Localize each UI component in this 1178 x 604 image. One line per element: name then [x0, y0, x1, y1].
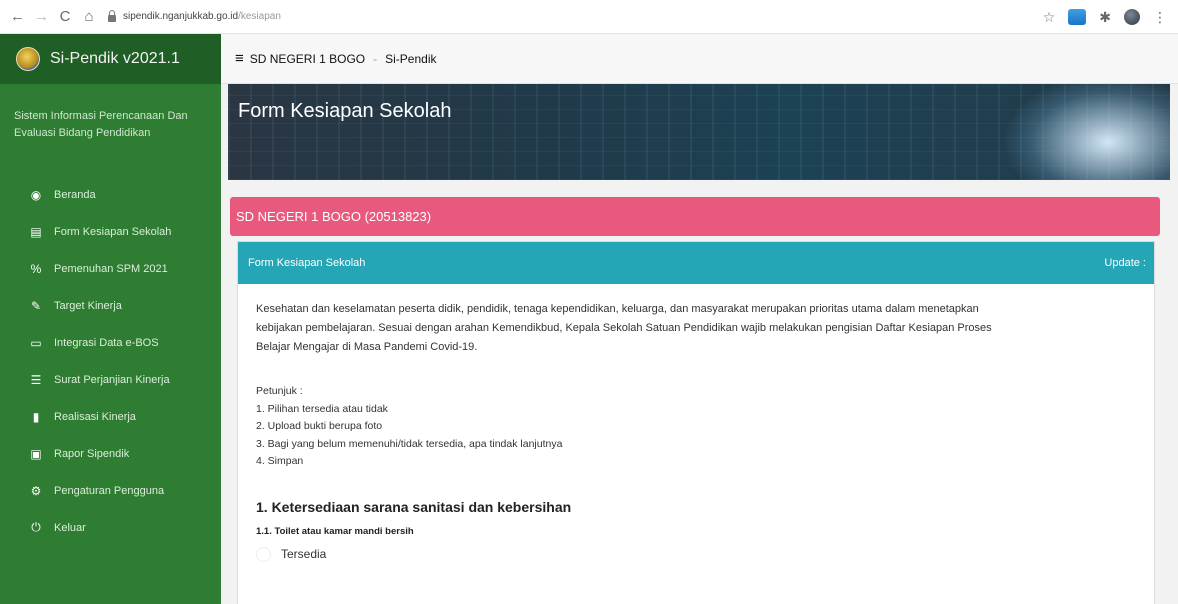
instruction-item: 1. Pilihan tersedia atau tidak [256, 402, 388, 415]
section-title: 1. Ketersediaan sarana sanitasi dan kebe… [256, 498, 572, 515]
browser-toolbar: ← → C ⌂ sipendik.nganjukkab.go.id/kesiap… [0, 0, 1178, 34]
brand-title: Si-Pendik v2021.1 [50, 50, 180, 67]
instruction-item: 3. Bagi yang belum memenuhi/tidak tersed… [256, 437, 563, 450]
sidebar-item-rapor-sipendik[interactable]: ▣ Rapor Sipendik [0, 435, 221, 472]
edit-icon: ✎ [30, 298, 42, 313]
panel-body: Kesehatan dan keselamatan peserta didik,… [238, 284, 1154, 562]
back-icon[interactable]: ← [10, 9, 25, 24]
page-banner: Form Kesiapan Sekolah [228, 84, 1170, 180]
intro-text: Kesehatan dan keselamatan peserta didik,… [256, 300, 1136, 357]
panel-title: Form Kesiapan Sekolah [248, 257, 366, 269]
bookmark-star-icon[interactable]: ☆ [1043, 9, 1056, 26]
sidebar-item-label: Pengaturan Pengguna [54, 484, 165, 497]
sidebar-item-label: Integrasi Data e-BOS [54, 336, 159, 349]
page-title: Form Kesiapan Sekolah [238, 100, 452, 122]
instructions: Petunjuk : 1. Pilihan tersedia atau tida… [256, 383, 1136, 471]
url-path: /kesiapan [238, 11, 281, 22]
top-header: ≡ SD NEGERI 1 BOGO - Si-Pendik [221, 34, 1178, 84]
header-separator: - [373, 51, 378, 66]
update-status: Update : [1104, 257, 1146, 269]
file-icon: ▤ [30, 224, 42, 239]
sidebar-item-beranda[interactable]: ◉ Beranda [0, 176, 221, 213]
sidebar-item-realisasi-kinerja[interactable]: ▮ Realisasi Kinerja [0, 398, 221, 435]
sidebar-item-label: Target Kinerja [54, 299, 122, 312]
url-host: sipendik.nganjukkab.go.id [123, 11, 239, 22]
sidebar-item-form-kesiapan[interactable]: ▤ Form Kesiapan Sekolah [0, 213, 221, 250]
sidebar-menu: ◉ Beranda ▤ Form Kesiapan Sekolah % Peme… [0, 176, 221, 546]
option-label: Tersedia [281, 547, 327, 561]
percent-icon: % [30, 261, 42, 276]
intro-line: Belajar Mengajar di Masa Pandemi Covid-1… [256, 341, 478, 353]
sidebar-item-keluar[interactable]: ⏻ Keluar [0, 509, 221, 546]
reload-icon[interactable]: C [58, 9, 72, 24]
sidebar-item-label: Form Kesiapan Sekolah [54, 225, 172, 238]
puzzle-icon[interactable]: ✱ [1099, 9, 1111, 26]
profile-avatar[interactable] [1124, 9, 1140, 25]
dashboard-icon: ◉ [30, 187, 42, 202]
lock-icon [108, 10, 116, 22]
power-icon: ⏻ [31, 520, 41, 534]
intro-line: kebijakan pembelajaran. Sesuai dengan ar… [256, 322, 992, 334]
school-header: SD NEGERI 1 BOGO (20513823) [230, 197, 1160, 236]
list-icon: ☰ [30, 372, 42, 387]
option-tersedia[interactable]: Tersedia [256, 546, 1136, 562]
sidebar-item-label: Rapor Sipendik [54, 447, 130, 460]
instruction-item: 4. Simpan [256, 455, 304, 467]
panel-header: Form Kesiapan Sekolah Update : [238, 242, 1154, 284]
logo-icon [16, 47, 40, 71]
address-bar[interactable]: sipendik.nganjukkab.go.id/kesiapan [108, 10, 281, 22]
form-panel: Form Kesiapan Sekolah Update : Kesehatan… [237, 241, 1155, 604]
home-icon[interactable]: ⌂ [82, 9, 96, 24]
instructions-title: Petunjuk : [256, 385, 303, 397]
sidebar-item-target-kinerja[interactable]: ✎ Target Kinerja [0, 287, 221, 324]
file-icon: ▮ [32, 409, 40, 424]
extension-icon[interactable] [1068, 9, 1087, 25]
question-title: 1.1. Toilet atau kamar mandi bersih [256, 525, 414, 537]
intro-line: Kesehatan dan keselamatan peserta didik,… [256, 303, 979, 315]
monitor-icon: ▭ [30, 335, 42, 350]
sidebar-item-label: Beranda [54, 188, 96, 201]
sidebar: Si-Pendik v2021.1 Sistem Informasi Peren… [0, 34, 221, 604]
menu-toggle-icon[interactable]: ≡ [235, 50, 244, 67]
browser-menu-icon[interactable]: ⋮ [1153, 9, 1167, 26]
sidebar-item-label: Realisasi Kinerja [54, 410, 136, 423]
sidebar-item-pemenuhan-spm[interactable]: % Pemenuhan SPM 2021 [0, 250, 221, 287]
sidebar-item-surat-perjanjian[interactable]: ☰ Surat Perjanjian Kinerja [0, 361, 221, 398]
header-school: SD NEGERI 1 BOGO [249, 51, 366, 66]
sidebar-item-label: Keluar [54, 521, 86, 534]
system-description: Sistem Informasi Perencanaan Dan Evaluas… [14, 110, 188, 139]
sidebar-item-pengaturan-pengguna[interactable]: ⚙ Pengaturan Pengguna [0, 472, 221, 509]
brand[interactable]: Si-Pendik v2021.1 [0, 34, 221, 84]
instruction-item: 2. Upload bukti berupa foto [256, 420, 383, 432]
header-app: Si-Pendik [385, 51, 437, 66]
sidebar-item-label: Surat Perjanjian Kinerja [54, 373, 170, 386]
forward-icon[interactable]: → [34, 9, 49, 24]
radio-button[interactable] [256, 546, 271, 562]
sidebar-item-integrasi-data[interactable]: ▭ Integrasi Data e-BOS [0, 324, 221, 361]
gears-icon: ⚙ [30, 483, 42, 498]
report-icon: ▣ [30, 446, 42, 461]
sidebar-item-label: Pemenuhan SPM 2021 [54, 262, 168, 275]
